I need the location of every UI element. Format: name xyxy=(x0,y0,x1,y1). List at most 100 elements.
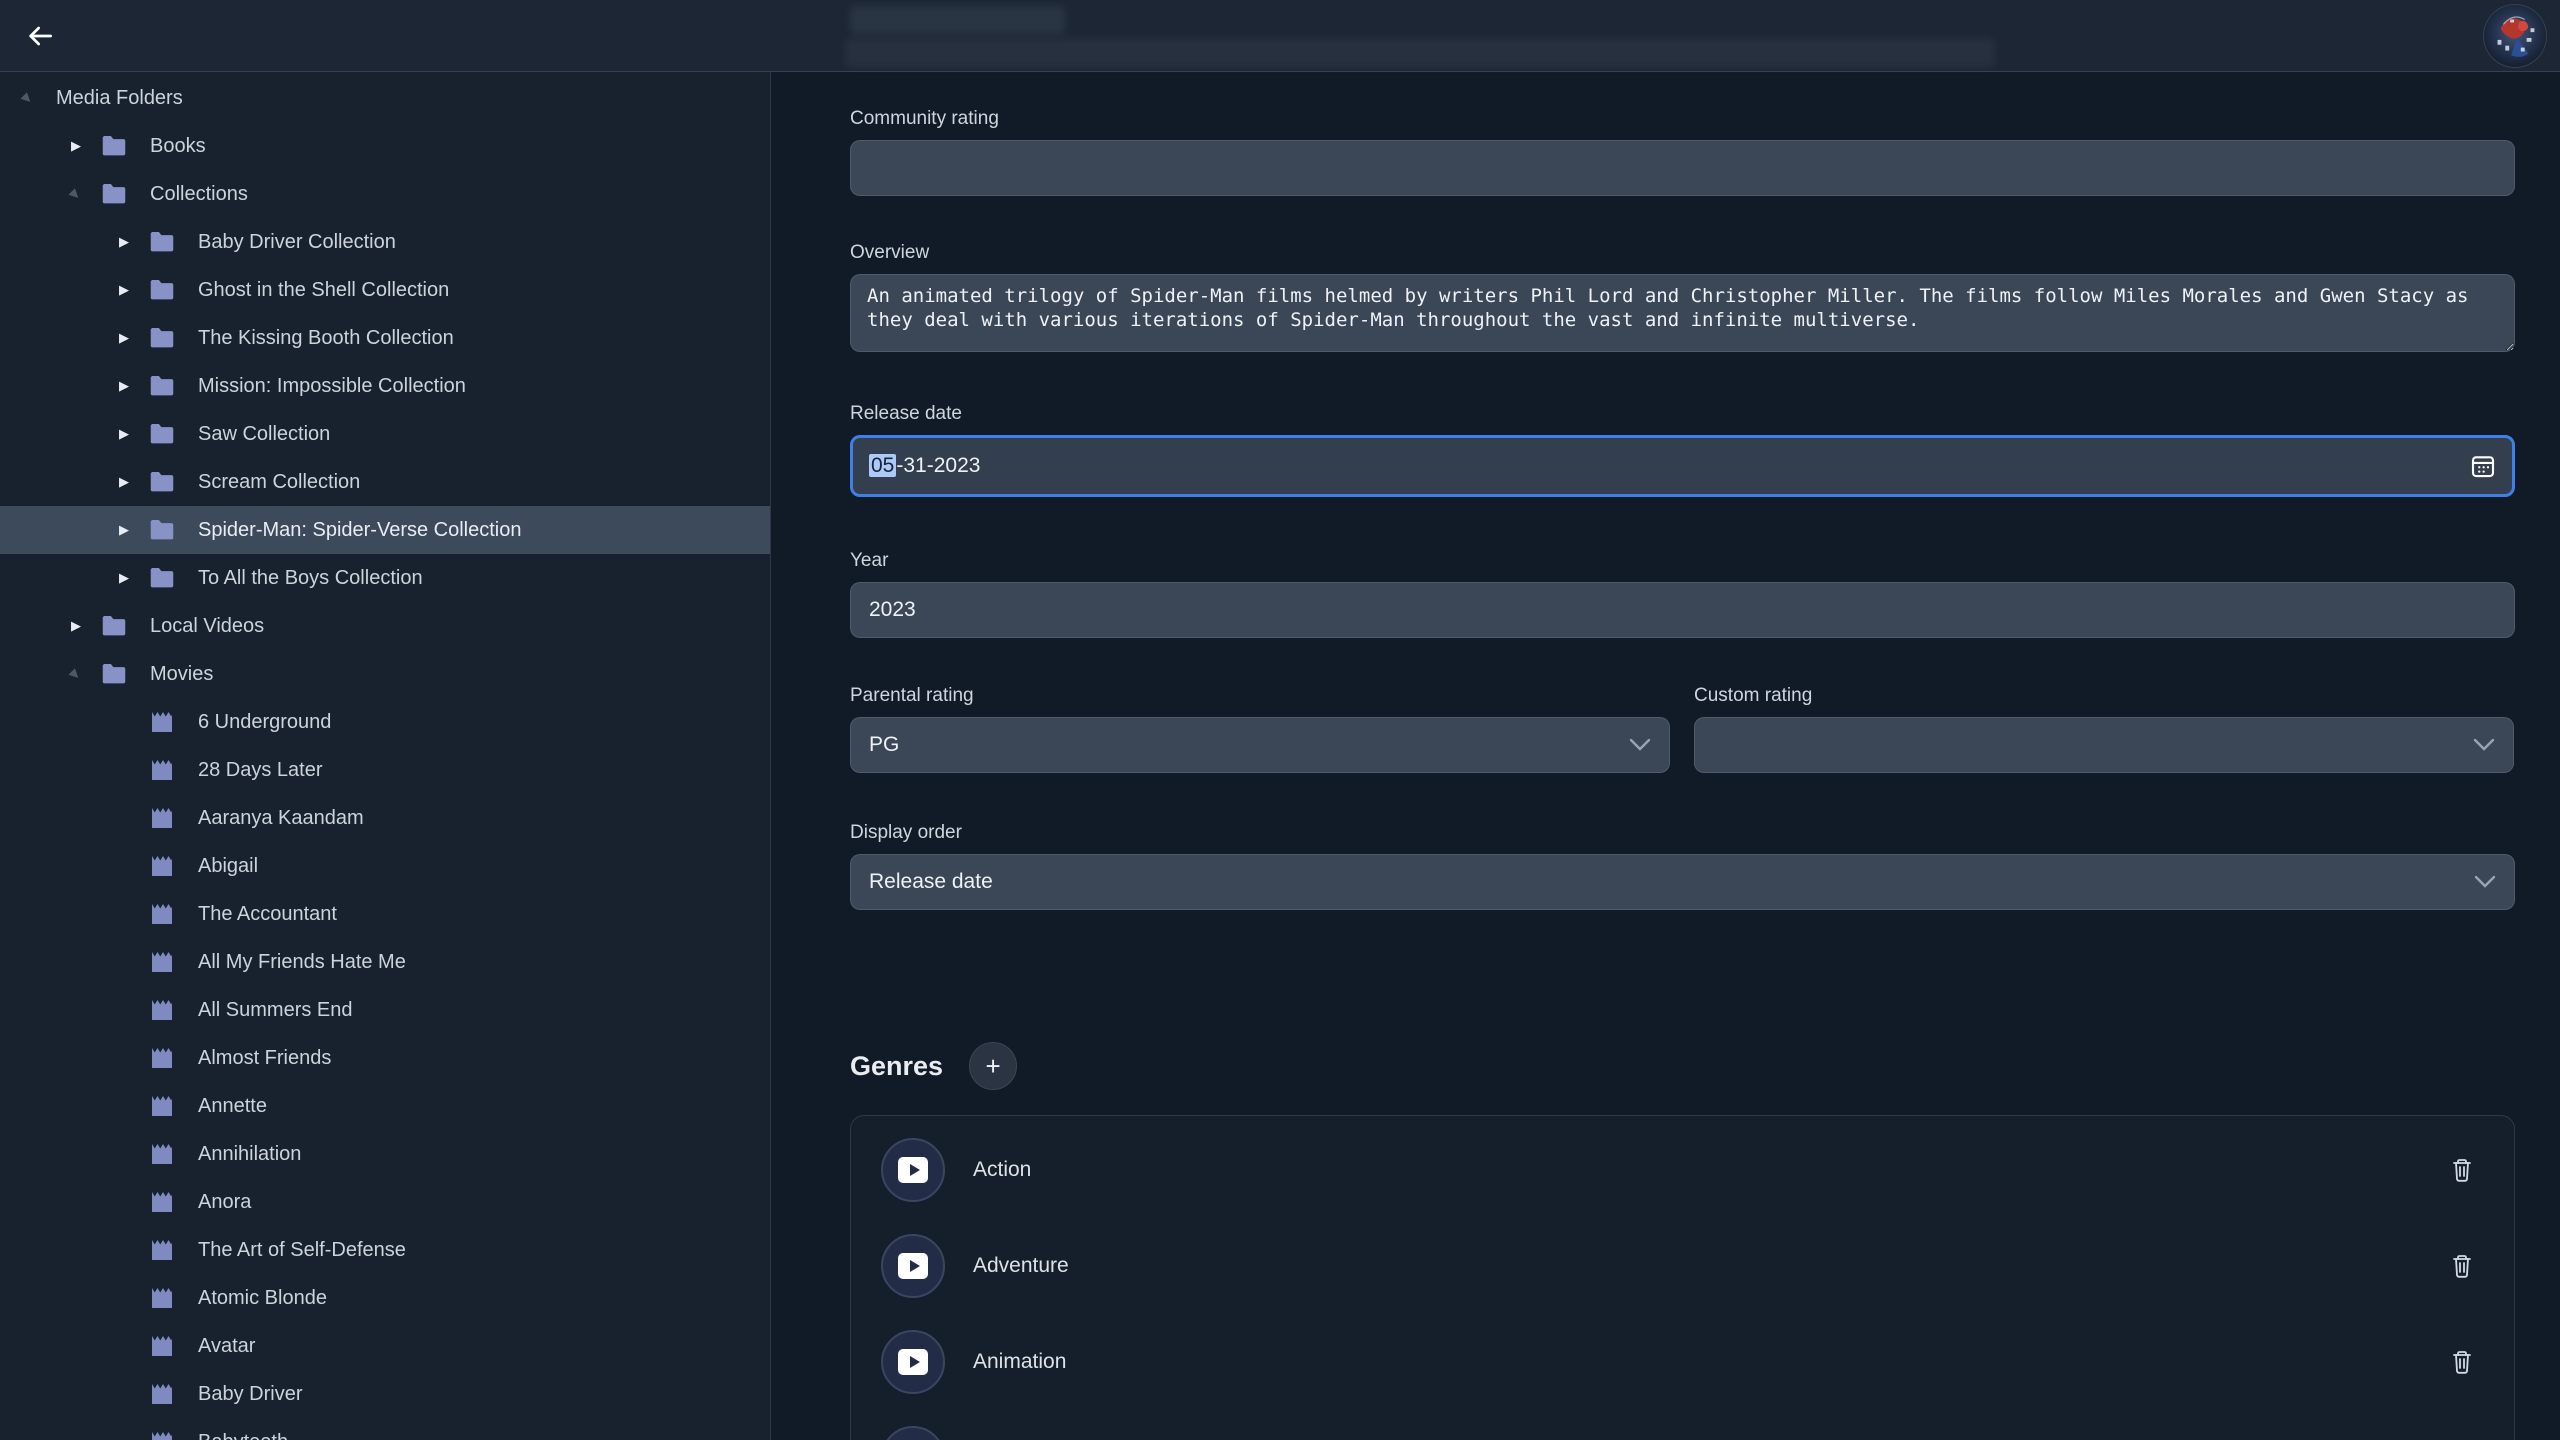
tree-expander-icon[interactable] xyxy=(112,998,136,1022)
tree-item[interactable]: Mission: Impossible Collection xyxy=(0,362,770,410)
delete-genre-button[interactable] xyxy=(2450,1349,2474,1375)
community-rating-label: Community rating xyxy=(850,108,2515,130)
movie-icon xyxy=(146,1427,178,1440)
tree-item[interactable]: To All the Boys Collection xyxy=(0,554,770,602)
tree-item[interactable]: The Art of Self-Defense xyxy=(0,1226,770,1274)
tree-expander-icon[interactable] xyxy=(112,854,136,878)
tree-item[interactable]: Atomic Blonde xyxy=(0,1274,770,1322)
tree-expander-icon[interactable] xyxy=(64,134,88,158)
tree-item-label: Atomic Blonde xyxy=(198,1287,327,1310)
tree-item[interactable]: Aaranya Kaandam xyxy=(0,794,770,842)
date-rest: -31-2023 xyxy=(896,454,980,477)
tree-expander-icon[interactable] xyxy=(64,662,88,686)
tree-expander-icon[interactable] xyxy=(112,518,136,542)
display-order-select[interactable]: Release date xyxy=(850,854,2515,910)
tree-expander-icon[interactable] xyxy=(112,1094,136,1118)
delete-genre-button[interactable] xyxy=(2450,1253,2474,1279)
tree-item[interactable]: Baby Driver xyxy=(0,1370,770,1418)
folder-icon xyxy=(145,227,179,257)
tree-expander-icon[interactable] xyxy=(112,806,136,830)
tree-item[interactable]: Movies xyxy=(0,650,770,698)
media-folder-tree: Media Folders Books xyxy=(0,72,770,1440)
overview-label: Overview xyxy=(850,242,2515,264)
tree-item[interactable]: Books xyxy=(0,122,770,170)
tree-expander-icon[interactable] xyxy=(112,422,136,446)
tree-expander-icon[interactable] xyxy=(112,230,136,254)
tree-item[interactable]: Annette xyxy=(0,1082,770,1130)
tree-item[interactable]: Ghost in the Shell Collection xyxy=(0,266,770,314)
tree-item[interactable]: Anora xyxy=(0,1178,770,1226)
tree-item[interactable]: The Kissing Booth Collection xyxy=(0,314,770,362)
user-avatar[interactable] xyxy=(2484,5,2546,67)
tree-expander-icon[interactable] xyxy=(112,1142,136,1166)
tree-item[interactable]: Avatar xyxy=(0,1322,770,1370)
tree-item[interactable]: 6 Underground xyxy=(0,698,770,746)
tree-item-label: The Kissing Booth Collection xyxy=(198,327,454,350)
tree-expander-icon[interactable] xyxy=(112,902,136,926)
community-rating-input[interactable] xyxy=(850,140,2515,196)
tree-item[interactable]: All My Friends Hate Me xyxy=(0,938,770,986)
genre-name: Action xyxy=(973,1158,2450,1182)
movie-icon xyxy=(146,1043,178,1073)
folder-icon xyxy=(145,515,179,545)
tree-item[interactable]: Spider-Man: Spider-Verse Collection xyxy=(0,506,770,554)
date-value: 05-31-2023 xyxy=(869,454,980,478)
tree-item[interactable]: Baby Driver Collection xyxy=(0,218,770,266)
folder-icon xyxy=(145,419,179,449)
tree-item[interactable]: The Accountant xyxy=(0,890,770,938)
tree-expander-icon[interactable] xyxy=(112,1430,136,1440)
overview-textarea[interactable]: An animated trilogy of Spider-Man films … xyxy=(850,274,2515,352)
tree-expander-icon[interactable] xyxy=(112,1238,136,1262)
year-input[interactable] xyxy=(850,582,2515,638)
custom-rating-label: Custom rating xyxy=(1694,685,2514,707)
tree-item[interactable]: All Summers End xyxy=(0,986,770,1034)
back-button[interactable] xyxy=(12,8,68,64)
tree-expander-icon[interactable] xyxy=(112,710,136,734)
tree-expander-icon[interactable] xyxy=(112,1046,136,1070)
folder-icon xyxy=(145,371,179,401)
tree-item[interactable]: Media Folders xyxy=(0,74,770,122)
genre-media-icon xyxy=(881,1234,945,1298)
calendar-button[interactable] xyxy=(2468,451,2498,481)
tree-item[interactable]: Scream Collection xyxy=(0,458,770,506)
tree-item-label: Baby Driver xyxy=(198,1383,302,1406)
tree-expander-icon[interactable] xyxy=(112,758,136,782)
tree-item[interactable]: Almost Friends xyxy=(0,1034,770,1082)
tree-expander-icon[interactable] xyxy=(112,1190,136,1214)
tree-item[interactable]: Babyteeth xyxy=(0,1418,770,1440)
movie-icon xyxy=(146,755,178,785)
tree-expander-icon[interactable] xyxy=(112,374,136,398)
release-date-input[interactable]: 05-31-2023 xyxy=(850,435,2515,497)
trash-icon xyxy=(2450,1157,2474,1183)
tree-item-label: Books xyxy=(150,135,206,158)
tree-expander-icon[interactable] xyxy=(112,470,136,494)
tree-item-label: Aaranya Kaandam xyxy=(198,807,364,830)
tree-expander-icon[interactable] xyxy=(16,86,40,110)
parental-rating-select[interactable]: PG xyxy=(850,717,1670,773)
tree-item-label: Annihilation xyxy=(198,1143,301,1166)
tree-expander-icon[interactable] xyxy=(112,1334,136,1358)
tree-expander-icon[interactable] xyxy=(112,278,136,302)
tree-item[interactable]: 28 Days Later xyxy=(0,746,770,794)
movie-icon xyxy=(146,899,178,929)
tree-item-label: Saw Collection xyxy=(198,423,330,446)
tree-expander-icon[interactable] xyxy=(64,614,88,638)
tree-expander-icon[interactable] xyxy=(112,1382,136,1406)
tree-expander-icon[interactable] xyxy=(112,1286,136,1310)
tree-item[interactable]: Saw Collection xyxy=(0,410,770,458)
genre-row: Animation xyxy=(851,1314,2514,1410)
tree-item[interactable]: Collections xyxy=(0,170,770,218)
tree-expander-icon[interactable] xyxy=(112,566,136,590)
tree-expander-icon[interactable] xyxy=(112,950,136,974)
custom-rating-select[interactable] xyxy=(1694,717,2514,773)
tree-expander-icon[interactable] xyxy=(64,182,88,206)
tree-item[interactable]: Local Videos xyxy=(0,602,770,650)
obscured-scrolled-text xyxy=(845,38,1995,68)
tree-item[interactable]: Abigail xyxy=(0,842,770,890)
movie-icon xyxy=(146,1187,178,1217)
delete-genre-button[interactable] xyxy=(2450,1157,2474,1183)
tree-expander-icon[interactable] xyxy=(112,326,136,350)
tree-item-label: Movies xyxy=(150,663,213,686)
add-genre-button[interactable]: + xyxy=(969,1042,1017,1090)
tree-item[interactable]: Annihilation xyxy=(0,1130,770,1178)
